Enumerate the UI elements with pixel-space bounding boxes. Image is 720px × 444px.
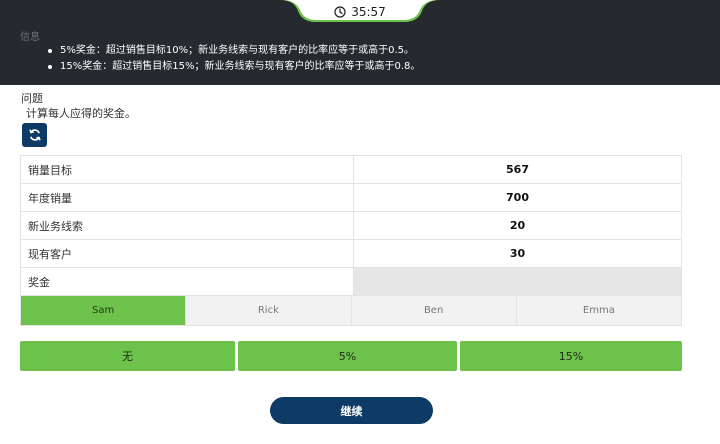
tab-emma[interactable]: Emma: [515, 296, 681, 325]
person-tabs: Sam Rick Ben Emma: [20, 295, 682, 326]
tab-ben[interactable]: Ben: [350, 296, 516, 325]
refresh-icon: [28, 129, 41, 141]
bonus-answer-cell: [353, 267, 682, 296]
timer-value: 35:57: [351, 5, 386, 19]
info-header: 35:57 信息 5%奖金：超过销售目标10%；新业务线索与现有客户的比率应等于…: [0, 0, 720, 85]
info-label: 信息: [20, 32, 40, 43]
timer: 35:57: [280, 2, 440, 22]
question-text: 计算每人应得的奖金。: [26, 107, 136, 120]
table-row: 销量目标 567: [20, 155, 682, 184]
row-value: 20: [353, 211, 682, 240]
row-value: 30: [353, 239, 682, 268]
clock-icon: [334, 6, 346, 18]
timer-tab: 35:57: [280, 0, 440, 22]
table-row: 奖金: [20, 267, 682, 296]
table-row: 年度销量 700: [20, 183, 682, 212]
bonus-options: 无 5% 15%: [20, 341, 682, 371]
row-label: 销量目标: [20, 155, 354, 184]
question-label: 问题: [21, 92, 43, 105]
bonus-rule-5: 5%奖金：超过销售目标10%；新业务线索与现有客户的比率应等于或高于0.5。: [48, 43, 420, 59]
table-row: 新业务线索 20: [20, 211, 682, 240]
sales-data-table: 销量目标 567 年度销量 700 新业务线索 20 现有客户 30 奖金: [20, 155, 682, 296]
bonus-rules-list: 5%奖金：超过销售目标10%；新业务线索与现有客户的比率应等于或高于0.5。 1…: [48, 43, 420, 75]
tab-sam[interactable]: Sam: [21, 296, 186, 325]
refresh-button[interactable]: [22, 123, 47, 147]
row-label: 年度销量: [20, 183, 354, 212]
tab-rick[interactable]: Rick: [185, 296, 351, 325]
row-label: 现有客户: [20, 239, 354, 268]
bonus-rule-15: 15%奖金：超过销售目标15%；新业务线索与现有客户的比率应等于或高于0.8。: [48, 59, 420, 75]
row-label: 奖金: [20, 267, 354, 296]
row-value: 700: [353, 183, 682, 212]
continue-button[interactable]: 继续: [270, 397, 433, 424]
option-15-percent-button[interactable]: 15%: [460, 341, 682, 371]
option-none-button[interactable]: 无: [20, 341, 235, 371]
table-row: 现有客户 30: [20, 239, 682, 268]
option-5-percent-button[interactable]: 5%: [238, 341, 457, 371]
row-value: 567: [353, 155, 682, 184]
row-label: 新业务线索: [20, 211, 354, 240]
